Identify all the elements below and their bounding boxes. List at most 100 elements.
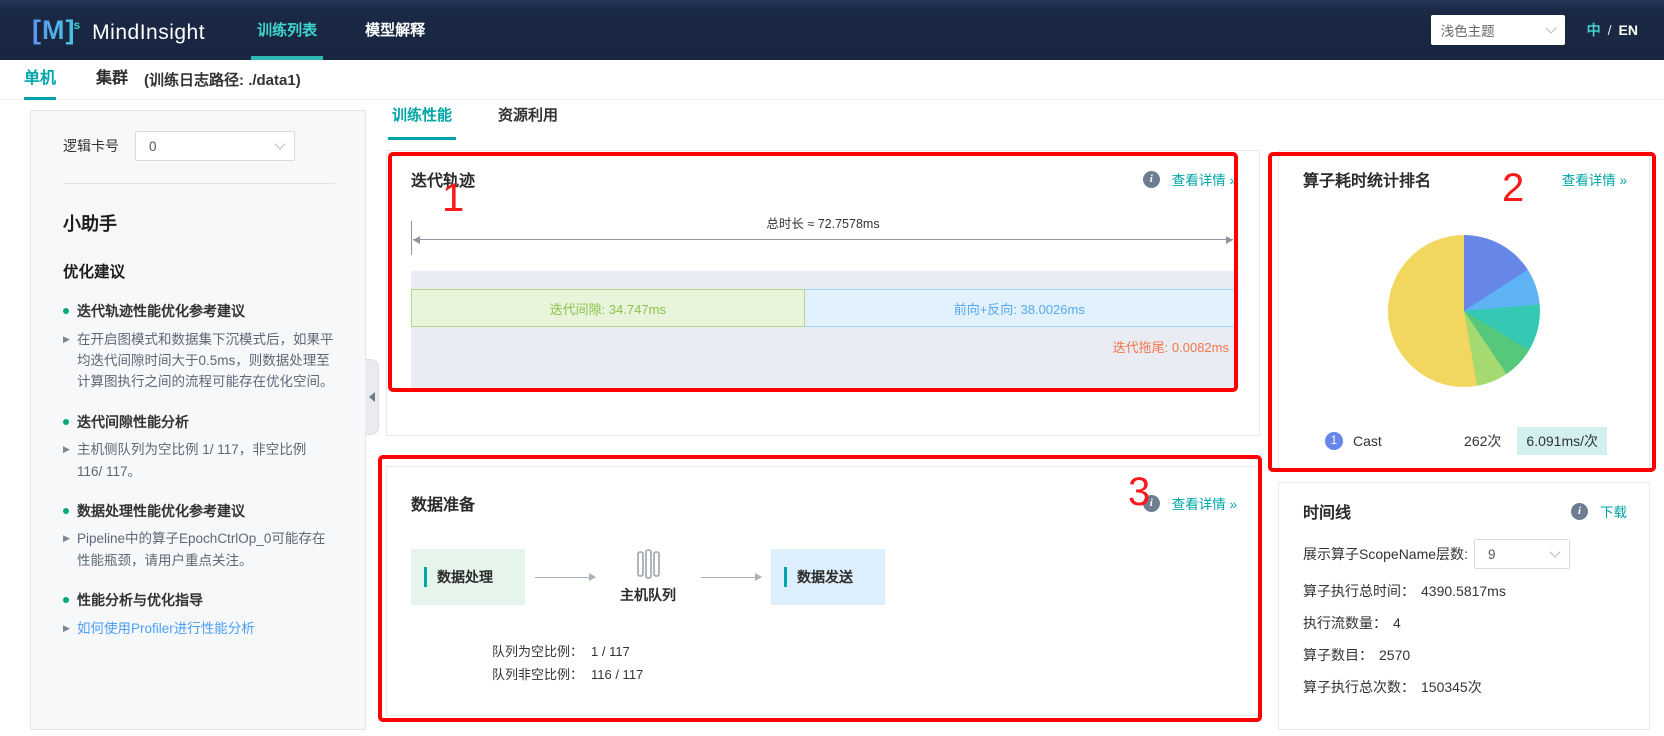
timeline-stat-row: 执行流数量：4 [1303,613,1629,633]
step-tail-label: 迭代拖尾: 0.0082ms [1113,337,1229,356]
total-duration-label: 总时长 ≈ 72.7578ms [411,213,1235,232]
tab-cluster[interactable]: 集群 [96,60,128,100]
bullet-icon [63,419,69,425]
op-avg-time: 6.091ms/次 [1517,427,1607,455]
profiler-guide-link[interactable]: 如何使用Profiler进行性能分析 [77,618,255,639]
app-header: [M]s MindInsight 训练列表 模型解释 浅色主题 中 / EN [0,0,1664,60]
sub-header: 单机 集群 (训练日志路径: ./data1) [0,60,1664,100]
node-accent-bar [784,567,787,587]
theme-select[interactable]: 浅色主题 [1431,15,1565,45]
timeline-card: 时间线 i 下载 展示算子ScopeName层数: 9 算子执行总时间：4390… [1278,482,1650,730]
flow-arrow-icon [535,577,595,578]
main-tabs: 训练性能 资源利用 [388,100,600,140]
suggestion-item-title: 迭代轨迹性能优化参考建议 [77,302,245,322]
op-count: 262次 [1464,431,1501,451]
timeline-stat-row: 算子执行总时间：4390.5817ms [1303,581,1629,601]
language-switch: 中 / EN [1587,20,1638,40]
tab-single-machine[interactable]: 单机 [24,60,56,100]
triangle-right-icon: ▶ [63,439,77,482]
train-log-path: (训练日志路径: ./data1) [144,69,301,90]
suggestion-item-step-gap: 迭代间隙性能分析 ▶主机侧队列为空比例 1/ 117，非空比例 116/ 117… [63,413,335,482]
info-icon[interactable]: i [1143,171,1160,188]
timeline-stat-row: 算子数目：2570 [1303,645,1629,665]
chevron-down-icon [1549,546,1560,557]
suggestion-item-profiler-guide: 性能分析与优化指导 ▶如何使用Profiler进行性能分析 [63,591,335,639]
suggestion-item-title: 迭代间隙性能分析 [77,413,189,433]
bullet-icon [63,597,69,603]
data-prep-title: 数据准备 [411,491,475,515]
logic-card-select-value: 0 [149,139,276,154]
scope-name-row: 展示算子ScopeName层数: 9 [1303,539,1629,569]
suggestion-item-title: 数据处理性能优化参考建议 [77,502,245,522]
sidebar: 逻辑卡号 0 小助手 优化建议 迭代轨迹性能优化参考建议 ▶在开启图模式和数据集… [30,110,366,730]
suggestion-item-detail: 主机侧队列为空比例 1/ 117，非空比例 116/ 117。 [77,439,335,482]
op-name: Cast [1353,433,1464,449]
range-arrow-line [413,239,1233,240]
op-rank-card: 算子耗时统计排名 查看详情 » 1 Cast 262次 6.091ms/次 [1278,150,1650,472]
flow-node-data-send[interactable]: 数据发送 [771,549,885,605]
step-trace-chart: 迭代间隙: 34.747ms 前向+反向: 38.0026ms 迭代拖尾: 0.… [411,271,1235,389]
timeline-stat-row: 算子执行总次数：150345次 [1303,677,1629,697]
info-icon[interactable]: i [1143,495,1160,512]
op-rank-detail-link[interactable]: 查看详情 » [1562,169,1627,189]
step-fwd-bar[interactable]: 前向+反向: 38.0026ms [805,289,1235,327]
bullet-icon [63,508,69,514]
host-queue-block: 主机队列 [605,549,691,605]
scope-name-select[interactable]: 9 [1474,539,1570,569]
suggestion-title: 优化建议 [63,260,335,282]
arrow-left-icon [413,236,420,244]
flow-arrow-icon [701,577,761,578]
sidebar-divider [63,183,335,184]
triangle-right-icon: ▶ [63,329,77,393]
queue-icon [631,549,665,579]
lang-en-button[interactable]: EN [1619,22,1638,38]
range-tick-right [1234,221,1235,255]
timeline-title: 时间线 [1303,499,1351,523]
step-trace-title: 迭代轨迹 [411,167,475,191]
arrow-right-icon [1226,236,1233,244]
nav-model-explain[interactable]: 模型解释 [359,0,431,60]
flow-node-data-process[interactable]: 数据处理 [411,549,525,605]
triangle-right-icon: ▶ [63,528,77,571]
theme-select-value: 浅色主题 [1441,20,1547,40]
mindinsight-screen: [M]s MindInsight 训练列表 模型解释 浅色主题 中 / EN 单… [0,0,1664,736]
logic-card-select[interactable]: 0 [135,131,295,161]
data-prep-flow: 数据处理 主机队列 数据发送 [411,549,1259,605]
queue-empty-ratio-row: 队列为空比例： 1 / 117 [483,641,1259,664]
node-accent-bar [424,567,427,587]
lang-zh-button[interactable]: 中 [1587,20,1601,40]
bullet-icon [63,308,69,314]
suggestion-item-data-process: 数据处理性能优化参考建议 ▶Pipeline中的算子EpochCtrlOp_0可… [63,502,335,571]
op-legend-row[interactable]: 1 Cast 262次 6.091ms/次 [1325,427,1607,455]
assistant-title: 小助手 [63,210,335,236]
logo-superscript: s [73,18,80,32]
total-duration-range: 总时长 ≈ 72.7578ms [411,209,1235,257]
suggestion-item-detail: 在开启图模式和数据集下沉模式后，如果平均迭代间隙时间大于0.5ms，则数据处理至… [77,329,335,393]
chevron-down-icon [274,138,285,149]
host-queue-label: 主机队列 [620,585,676,605]
rank-badge: 1 [1325,432,1343,450]
timeline-download-link[interactable]: 下载 [1600,501,1627,521]
suggestion-item-step-trace: 迭代轨迹性能优化参考建议 ▶在开启图模式和数据集下沉模式后，如果平均迭代间隙时间… [63,302,335,393]
info-icon[interactable]: i [1571,503,1588,520]
app-logo: [M]s MindInsight [32,15,205,46]
op-time-pie [1388,235,1540,387]
sidebar-collapse-handle[interactable] [365,359,379,435]
data-prep-detail-link[interactable]: 查看详情 » [1172,493,1237,513]
logo-mark: [M] [32,15,75,46]
logic-card-label: 逻辑卡号 [63,136,119,156]
chevron-down-icon [1545,22,1556,33]
top-nav: 训练列表 模型解释 [251,0,467,60]
tab-train-performance[interactable]: 训练性能 [388,100,456,140]
logic-card-row: 逻辑卡号 0 [63,131,335,161]
step-trace-detail-link[interactable]: 查看详情 » [1172,169,1237,189]
tab-resource-utilization[interactable]: 资源利用 [494,100,562,140]
queue-nonempty-ratio-row: 队列非空比例： 116 / 117 [483,664,1259,687]
data-prep-card: 数据准备 i 查看详情 » 数据处理 主机队列 数据发送 [386,466,1260,716]
header-right: 浅色主题 中 / EN [1431,15,1638,45]
step-gap-bar[interactable]: 迭代间隙: 34.747ms [411,289,805,327]
op-rank-title: 算子耗时统计排名 [1303,167,1431,191]
nav-train-list[interactable]: 训练列表 [251,0,323,60]
suggestion-item-title: 性能分析与优化指导 [77,591,203,611]
range-tick-left [411,221,412,255]
